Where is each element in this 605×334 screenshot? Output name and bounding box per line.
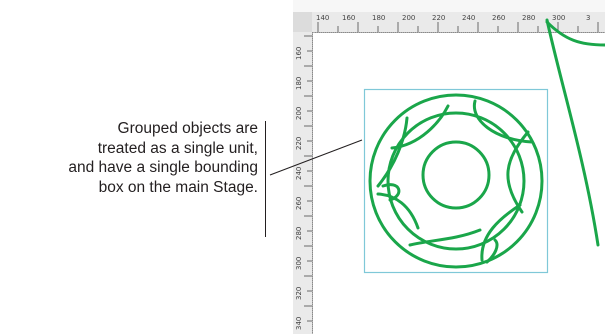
outer-ring <box>368 93 544 269</box>
bounding-box[interactable] <box>363 88 549 274</box>
inner-ring <box>421 140 491 210</box>
stage-artwork <box>269 18 605 274</box>
grouped-object[interactable] <box>368 93 544 269</box>
partial-curve-top <box>545 20 605 47</box>
callout-leader-line <box>269 139 363 176</box>
petal-curve <box>376 116 409 188</box>
petal-curve <box>376 192 420 230</box>
partial-curve-right <box>545 18 600 247</box>
partial-object[interactable] <box>545 18 605 247</box>
middle-ring <box>386 111 526 251</box>
petal-curve <box>506 130 530 214</box>
